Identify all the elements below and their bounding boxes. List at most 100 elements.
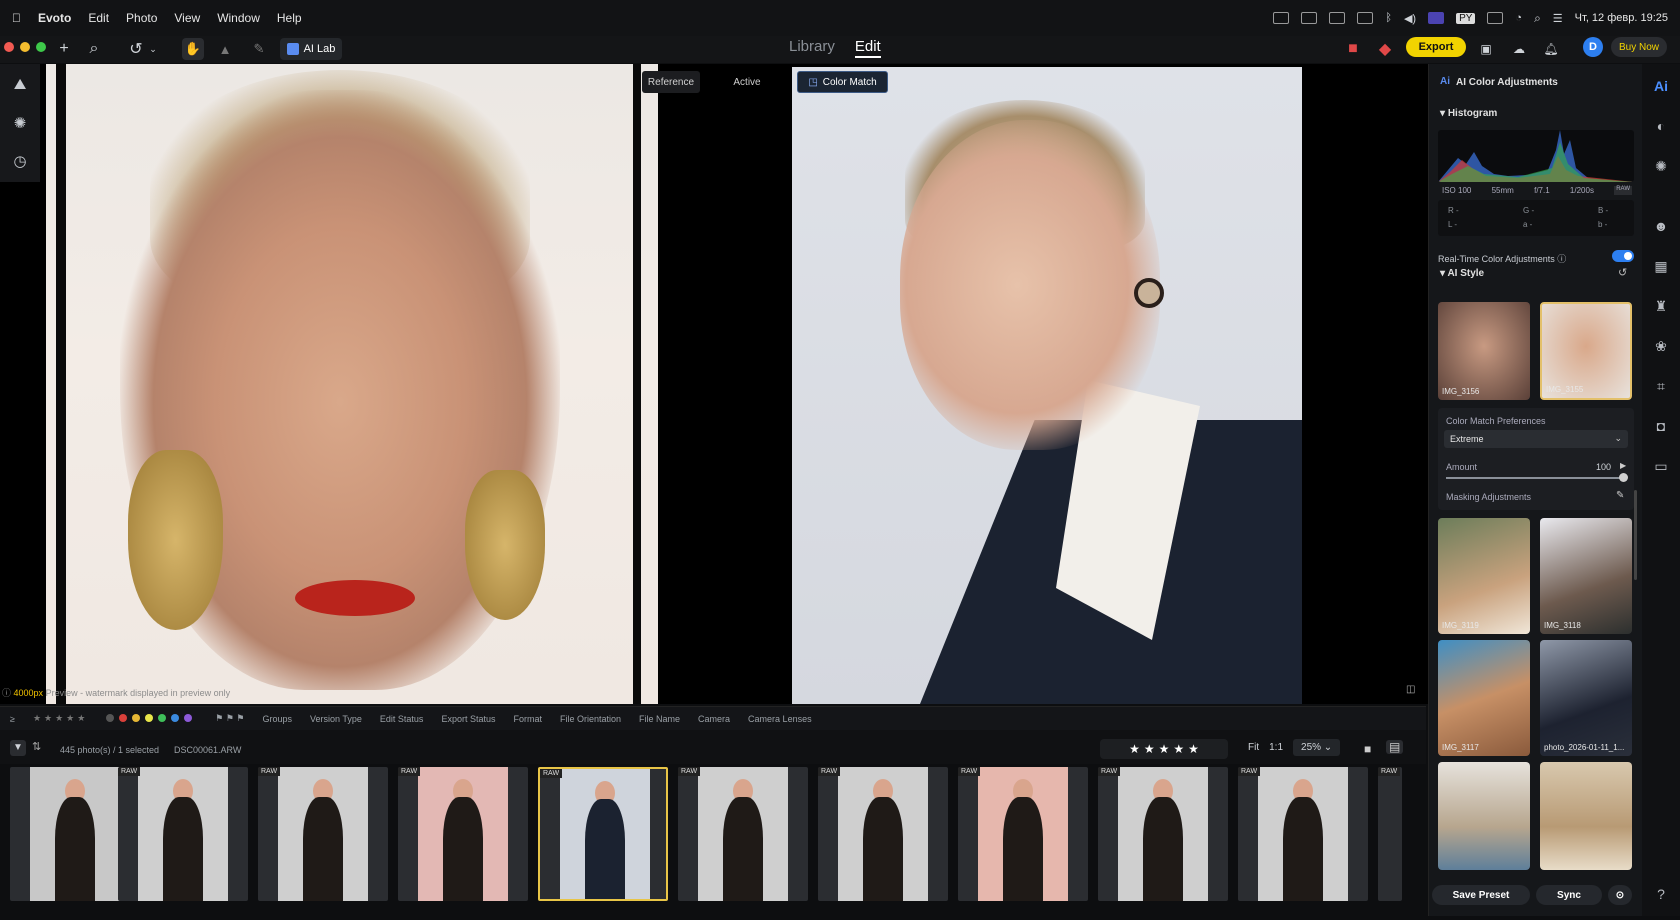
save-preset-button[interactable]: Save Preset [1432,885,1530,905]
filter-file-orientation[interactable]: File Orientation [560,714,621,724]
apple-icon[interactable]:  [12,11,21,25]
menu-window[interactable]: Window [217,11,260,25]
film-thumb[interactable]: RAW [118,767,248,901]
sort-icon[interactable]: ≥ [10,714,15,724]
filter-export-status[interactable]: Export Status [441,714,495,724]
flag-filter-icon[interactable]: ⚑ ⚑ ⚑ [215,713,244,724]
film-thumb[interactable]: RAW [1098,767,1228,901]
camera-icon[interactable]: ◘ [1652,418,1670,436]
background-icon[interactable]: ▦ [1652,258,1670,276]
ai-style-header[interactable]: ▾ AI Style [1440,268,1484,279]
stamp-tool-icon[interactable]: ▲ [216,36,234,62]
filter-camera-lenses[interactable]: Camera Lenses [748,714,812,724]
close-window-icon[interactable] [4,42,14,52]
edit-mask-icon[interactable]: ✎ [1616,490,1624,501]
single-view-icon[interactable]: ■ [1364,742,1371,756]
add-icon[interactable]: + [56,36,72,62]
film-thumb[interactable]: RAW [1238,767,1368,901]
filter-version-type[interactable]: Version Type [310,714,362,724]
tray-icon[interactable] [1273,12,1290,24]
chevron-down-icon[interactable]: ⌄ [148,36,158,62]
style-thumb[interactable]: IMG_3119 [1438,518,1530,634]
filter-edit-status[interactable]: Edit Status [380,714,424,724]
wifi-icon[interactable]: ◔ [1515,12,1522,24]
face-icon[interactable]: ☻ [1652,218,1670,236]
portrait-adjust-icon[interactable]: ⛰ [11,76,29,94]
star-icon[interactable]: ★ [1159,742,1170,756]
menu-app-name[interactable]: Evoto [38,11,71,25]
color-dot[interactable] [119,713,128,722]
minimize-window-icon[interactable] [20,42,30,52]
filter-icon[interactable]: ▼ [10,740,26,756]
film-thumb-selected[interactable]: RAW [538,767,668,901]
style-thumb[interactable] [1438,762,1530,870]
texture-icon[interactable]: ✺ [1652,158,1670,176]
filter-format[interactable]: Format [513,714,542,724]
style-thumb[interactable]: photo_2026-01-11_1... [1540,640,1632,756]
sort-icon[interactable]: ⇅ [32,740,41,753]
volume-icon[interactable]: ◀) [1404,12,1416,25]
film-thumb[interactable]: RAW [818,767,948,901]
tab-active[interactable]: Active [718,71,776,93]
film-thumb[interactable]: RAW [1378,767,1402,901]
bluetooth-icon[interactable]: ᛒ [1385,12,1392,24]
compare-icon[interactable]: ◫ [1406,684,1415,695]
crop-icon[interactable]: ⌗ [1652,378,1670,396]
folder-icon[interactable]: ▭ [1652,458,1670,476]
buy-now-button[interactable]: Buy Now [1611,37,1667,57]
color-dot[interactable] [132,713,141,722]
style-thumb[interactable]: IMG_3117 [1438,640,1530,756]
keyboard-layout-icon[interactable]: PY [1456,12,1476,24]
zoom-1-1[interactable]: 1:1 [1269,742,1283,753]
realtime-toggle[interactable] [1612,250,1634,262]
hand-tool-icon[interactable]: ✋ [182,38,204,60]
gift-icon[interactable]: ■ [1344,36,1362,62]
star-icon[interactable]: ★ [1129,742,1140,756]
play-icon[interactable]: ▶ [1620,461,1626,470]
color-dot[interactable] [171,713,180,722]
color-dot[interactable] [184,713,193,722]
sync-settings-icon[interactable]: ⊙ [1608,885,1632,905]
star-icon[interactable]: ★ [1173,742,1184,756]
tray-icon[interactable] [1329,12,1346,24]
film-thumb[interactable]: RAW [678,767,808,901]
battery-icon[interactable] [1487,12,1504,24]
brush-tool-icon[interactable]: ✎ [250,36,268,62]
search-icon[interactable]: ⌕ [1534,11,1541,26]
film-thumb[interactable]: RAW [398,767,528,901]
color-dot[interactable] [158,713,167,722]
export-button[interactable]: Export [1406,37,1466,57]
color-dot[interactable] [145,713,154,722]
info-icon[interactable]: ⓘ [1557,254,1566,264]
zoom-fit[interactable]: Fit [1248,742,1259,753]
help-icon[interactable]: ? [1652,886,1670,904]
pet-icon[interactable]: ❀ [1652,338,1670,356]
filter-camera[interactable]: Camera [698,714,730,724]
histogram-header[interactable]: ▾ Histogram [1440,108,1497,119]
sync-button[interactable]: Sync [1536,885,1602,905]
ai-lab-button[interactable]: AI Lab [280,38,342,60]
color-match-pref-select[interactable]: Extreme ⌄ [1444,430,1628,448]
rating-filter[interactable]: ★★★★★ [33,713,88,724]
menu-edit[interactable]: Edit [88,11,109,25]
panel-scrollbar[interactable] [1634,490,1637,580]
tray-icon[interactable] [1301,12,1318,24]
color-dot[interactable] [106,713,115,722]
film-thumb[interactable]: RAW [258,767,388,901]
clock[interactable]: Чт, 12 февр. 19:25 [1575,12,1668,24]
palette-icon[interactable]: ◐ [1652,118,1670,136]
filter-icon[interactable]: ✺ [11,114,29,132]
screen-mirror-icon[interactable] [1428,12,1445,24]
style-thumb[interactable]: IMG_3118 [1540,518,1632,634]
share-icon[interactable]: ▣ [1478,36,1494,62]
filter-groups[interactable]: Groups [263,714,293,724]
promo-icon[interactable]: ◆ [1376,36,1394,62]
tab-library[interactable]: Library [789,38,835,58]
color-label-filter[interactable] [106,713,197,724]
style-thumb-selected[interactable]: IMG_3155 [1540,302,1632,400]
control-center-icon[interactable]: ☰ [1553,12,1563,25]
rating-control[interactable]: ★ ★ ★ ★ ★ [1100,739,1228,759]
star-icon[interactable]: ★ [1188,742,1199,756]
tab-reference[interactable]: Reference [642,71,700,93]
grid-view-icon[interactable]: ▤ [1386,740,1404,754]
